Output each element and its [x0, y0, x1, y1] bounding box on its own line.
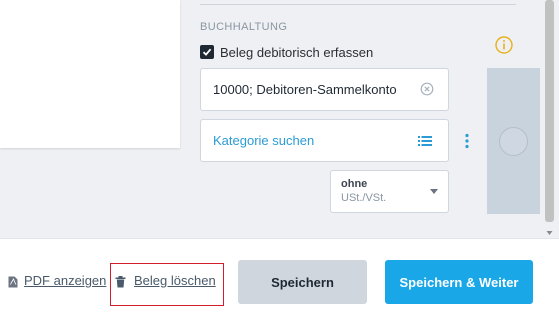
round-handle[interactable] [499, 127, 528, 156]
account-input[interactable]: 10000; Debitoren-Sammelkonto [200, 68, 449, 111]
tax-select[interactable]: ohne USt./VSt. [330, 170, 449, 213]
pdf-anzeigen-label: PDF anzeigen [24, 273, 107, 288]
kebab-vertical-icon[interactable] [464, 133, 470, 149]
save-and-next-button[interactable]: Speichern & Weiter [385, 260, 533, 304]
clear-x-circle-icon[interactable] [420, 82, 434, 96]
beleg-loeschen-label: Beleg löschen [134, 273, 216, 288]
trash-icon [115, 275, 126, 287]
section-label-buchhaltung: BUCHHALTUNG [200, 21, 288, 33]
tax-select-value-line2: USt./VSt. [341, 192, 387, 204]
tax-select-value-line1: ohne [341, 178, 368, 190]
chevron-down-icon [430, 189, 438, 194]
save-button[interactable]: Speichern [238, 260, 367, 304]
checkmark-icon [202, 48, 212, 56]
debitor-checkbox[interactable] [200, 45, 214, 59]
pdf-file-icon [8, 275, 18, 287]
beleg-loeschen-link[interactable]: Beleg löschen [115, 273, 216, 288]
debitor-checkbox-label: Beleg debitorisch erfassen [220, 44, 374, 60]
pdf-anzeigen-link[interactable]: PDF anzeigen [8, 273, 106, 288]
category-search-placeholder: Kategorie suchen [213, 133, 315, 148]
list-icon[interactable] [418, 134, 432, 146]
document-preview-panel [0, 0, 180, 148]
scrollbar-thumb[interactable] [545, 0, 554, 222]
debitor-checkbox-row[interactable]: Beleg debitorisch erfassen [200, 44, 373, 60]
info-circle-icon[interactable] [494, 35, 514, 55]
divider [200, 4, 516, 5]
scroll-down-arrow-icon[interactable] [545, 224, 554, 235]
account-input-value: 10000; Debitoren-Sammelkonto [213, 82, 397, 97]
category-search-input[interactable]: Kategorie suchen [200, 119, 449, 162]
